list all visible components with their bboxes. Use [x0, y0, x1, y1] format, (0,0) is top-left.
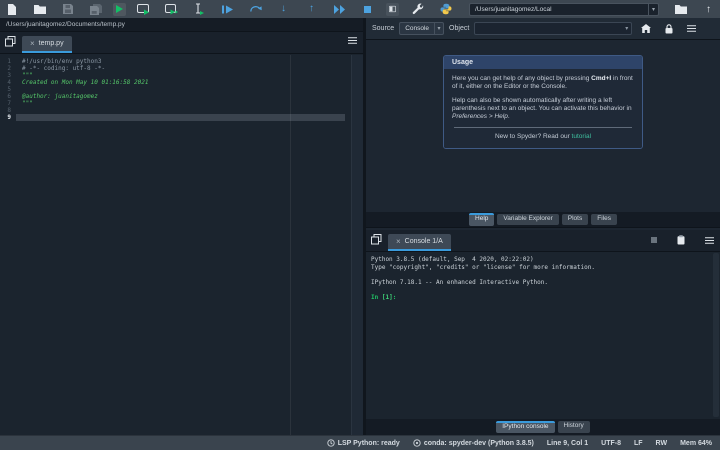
current-code-line: 9: [0, 114, 363, 121]
lsp-status: LSP Python: ready: [327, 439, 400, 447]
object-combobox[interactable]: ▾: [474, 22, 633, 35]
tab-variable-explorer[interactable]: Variable Explorer: [497, 213, 559, 226]
console-output[interactable]: Python 3.8.5 (default, Sep 4 2020, 02:22…: [366, 252, 720, 419]
parent-directory-icon[interactable]: ↑: [702, 3, 715, 16]
code-line: 6 @author: juanitagomez: [7, 93, 98, 100]
code-line: 3 """: [7, 72, 33, 79]
right-pane: Source Console ▾ Object ▾ Usage Here you…: [366, 18, 720, 435]
object-label: Object: [449, 25, 470, 32]
help-options-menu-icon[interactable]: [687, 25, 697, 32]
browse-working-directory-icon[interactable]: [674, 3, 687, 16]
new-file-icon[interactable]: [5, 3, 18, 16]
interrupt-kernel-icon[interactable]: [651, 237, 657, 243]
close-console-tab-icon[interactable]: ×: [396, 237, 401, 246]
run-file-button[interactable]: [113, 2, 126, 16]
console-options-menu-icon[interactable]: [705, 236, 714, 244]
code-line: 4 Created on Mon May 10 01:16:58 2021: [7, 79, 149, 86]
encoding-status: UTF-8: [601, 439, 621, 447]
tab-ipython-console[interactable]: IPython console: [496, 420, 555, 434]
tab-help[interactable]: Help: [469, 213, 495, 226]
console-pane: × Console 1/A Python 3.8.5 (default, Sep…: [366, 230, 720, 419]
usage-footer: New to Spyder? Read our tutorial: [494, 133, 592, 140]
home-icon[interactable]: [641, 24, 652, 33]
code-line: 5: [7, 86, 11, 93]
code-line: 2 # -*- coding: utf-8 -*-: [7, 65, 106, 72]
console-banner-line: Type "copyright", "credits" or "license"…: [371, 263, 595, 271]
usage-card-body: Here you can get help of any object by p…: [444, 69, 642, 148]
console-tab-label: Console 1/A: [404, 238, 443, 245]
browse-console-tabs-icon[interactable]: [370, 233, 383, 246]
console-banner-line: [371, 286, 715, 294]
continue-execution-icon[interactable]: [333, 3, 346, 16]
editor-options-menu-icon[interactable]: [348, 37, 357, 44]
run-cell-advance-button[interactable]: [165, 3, 178, 16]
usage-divider: [454, 127, 632, 128]
column-edge-line: [290, 55, 291, 435]
console-banner-line: IPython 7.18.1 -- An enhanced Interactiv…: [371, 278, 549, 286]
preferences-wrench-icon[interactable]: [411, 3, 424, 16]
stop-debug-icon[interactable]: [361, 3, 374, 16]
memory-status: Mem 64%: [680, 439, 712, 447]
code-line: 7 """: [7, 100, 33, 107]
usage-card-title: Usage: [444, 56, 642, 69]
console-banner-line: Python 3.8.5 (default, Sep 4 2020, 02:22…: [371, 256, 534, 263]
editor-pane: /Users/juanitagomez/Documents/temp.py × …: [0, 18, 363, 435]
tab-temp-py[interactable]: × temp.py: [22, 36, 72, 53]
usage-paragraph-2: Help can also be shown automatically aft…: [452, 97, 632, 120]
step-over-icon[interactable]: [249, 3, 262, 16]
tab-console-1a[interactable]: × Console 1/A: [388, 234, 451, 251]
source-dropdown[interactable]: Console ▾: [399, 22, 445, 35]
source-label: Source: [372, 25, 395, 32]
conda-environment-status: conda: spyder-dev (Python 3.8.5): [413, 439, 534, 447]
working-directory-value[interactable]: /Users/juanitagomez/Local: [470, 6, 648, 13]
maximize-pane-icon[interactable]: [386, 2, 399, 16]
console-bottom-tabs: IPython console History: [366, 419, 720, 435]
usage-paragraph-1: Here you can get help of any object by p…: [452, 75, 633, 90]
console-prompt[interactable]: In [1]:: [371, 294, 715, 302]
editor-breadcrumb: /Users/juanitagomez/Documents/temp.py: [0, 18, 363, 32]
tab-files[interactable]: Files: [591, 213, 617, 226]
console-banner-line: [371, 271, 715, 279]
lock-icon[interactable]: [665, 23, 673, 34]
open-file-icon[interactable]: [33, 3, 46, 16]
right-pane-tabs: Help Variable Explorer Plots Files: [366, 212, 720, 228]
tab-history[interactable]: History: [557, 421, 590, 433]
code-line: 1 #!/usr/bin/env python3: [7, 58, 102, 65]
console-scrollbar[interactable]: [713, 253, 719, 417]
tutorial-link[interactable]: tutorial: [572, 133, 592, 140]
step-into-icon[interactable]: ↓: [277, 3, 290, 16]
main-toolbar: ↓ ↑ /Users/juanitagomez/Local ▾ ↑: [0, 0, 720, 18]
browse-tabs-icon[interactable]: [4, 35, 17, 48]
cursor-position-status: Line 9, Col 1: [546, 439, 589, 447]
eol-status: LF: [633, 439, 643, 447]
source-dropdown-icon[interactable]: ▾: [434, 23, 443, 34]
help-content: Usage Here you can get help of any objec…: [366, 40, 720, 212]
working-directory-dropdown-icon[interactable]: ▾: [648, 3, 658, 15]
working-directory-combobox[interactable]: /Users/juanitagomez/Local ▾: [469, 2, 659, 16]
run-selection-button[interactable]: [193, 3, 206, 16]
editor-tabbar: × temp.py: [0, 32, 363, 54]
save-all-icon[interactable]: [89, 3, 102, 16]
code-editor[interactable]: 1 #!/usr/bin/env python3 2 # -*- coding: u…: [0, 55, 363, 435]
run-cell-button[interactable]: [137, 3, 150, 16]
debug-file-button[interactable]: [221, 3, 234, 16]
code-line: 8: [7, 107, 11, 114]
step-out-icon[interactable]: ↑: [305, 3, 318, 16]
close-tab-icon[interactable]: ×: [30, 39, 35, 48]
tab-label: temp.py: [38, 40, 64, 47]
help-toolbar: Source Console ▾ Object ▾: [366, 18, 720, 40]
conda-icon: [413, 439, 421, 447]
console-tabbar: × Console 1/A: [366, 230, 720, 252]
console-environment-icon[interactable]: [677, 235, 685, 245]
readwrite-status: RW: [655, 439, 668, 447]
lsp-clock-icon: [327, 439, 335, 447]
usage-card: Usage Here you can get help of any objec…: [443, 55, 643, 149]
editor-scrollbar[interactable]: [351, 55, 363, 435]
status-bar: LSP Python: ready conda: spyder-dev (Pyt…: [0, 435, 720, 450]
save-icon[interactable]: [61, 3, 74, 16]
object-dropdown-icon[interactable]: ▾: [622, 25, 631, 32]
tab-plots[interactable]: Plots: [561, 213, 589, 226]
python-path-manager-icon[interactable]: [439, 3, 452, 16]
